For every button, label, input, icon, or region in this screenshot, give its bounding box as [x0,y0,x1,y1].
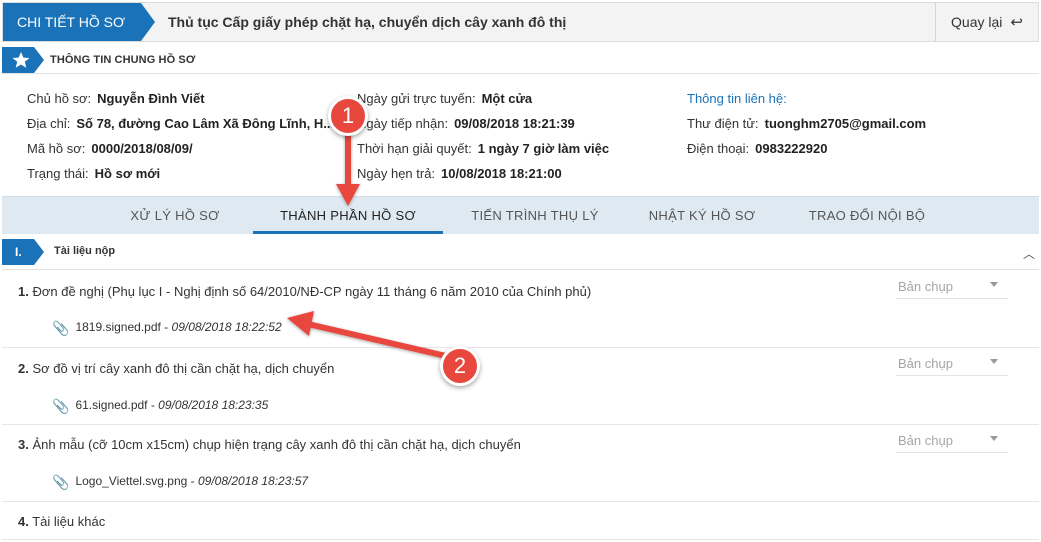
code-label: Mã hồ sơ: [27,141,86,156]
document-index: 2. [18,361,29,376]
paperclip-icon: 📎 [52,398,70,414]
attachment-link[interactable]: 📎 Logo_Viettel.svg.png - 09/08/2018 18:23… [52,474,308,491]
annotation-marker-2: 2 [440,346,480,386]
document-name: Sơ đồ vị trí cây xanh đô thị cần chặt hạ… [32,361,335,376]
phone-row: Điện thoại: 0983222920 [687,141,827,156]
document-index: 4. [18,514,29,529]
copy-type-select[interactable]: Bản chụp [896,431,1008,453]
paperclip-icon: 📎 [52,474,70,490]
procedure-title: Thủ tục Cấp giấy phép chặt hạ, chuyển dị… [168,14,567,30]
receive-date-value: 09/08/2018 18:21:39 [454,116,575,131]
attachment-filename: 1819.signed.pdf [75,320,161,334]
undo-arrow-icon: ↩ [1010,13,1023,31]
attachment-date: 09/08/2018 18:23:57 [197,474,309,488]
copy-type-value: Bản chụp [898,356,953,371]
document-title: 2. Sơ đồ vị trí cây xanh đô thị cần chặt… [18,361,334,376]
receive-date-row: Ngày tiếp nhận: 09/08/2018 18:21:39 [357,116,575,131]
email-row: Thư điện tử: tuonghm2705@gmail.com [687,116,926,131]
appointment-value: 10/08/2018 18:21:00 [441,166,562,181]
attachment-filename: Logo_Viettel.svg.png [75,474,188,488]
chevron-down-icon [990,436,998,441]
tab-process[interactable]: XỬ LÝ HỒ SƠ [110,197,240,234]
document-name: Đơn đề nghị (Phụ lục I - Nghị định số 64… [32,284,592,299]
attachment-link[interactable]: 📎 61.signed.pdf - 09/08/2018 18:23:35 [52,398,268,415]
section-title: Tài liệu nộp [54,245,116,257]
general-info-title: THÔNG TIN CHUNG HỒ SƠ [50,54,196,66]
chevron-down-icon [990,359,998,364]
chevron-down-icon [990,282,998,287]
appointment-row: Ngày hẹn trả: 10/08/2018 18:21:00 [357,166,562,181]
document-item: 2. Sơ đồ vị trí cây xanh đô thị cần chặt… [2,348,1039,425]
copy-type-value: Bản chụp [898,433,953,448]
tab-progress[interactable]: TIẾN TRÌNH THỤ LÝ [450,197,620,234]
owner-row: Chủ hồ sơ: Nguyễn Đình Viết [27,91,205,106]
owner-label: Chủ hồ sơ: [27,91,92,106]
submit-online-row: Ngày gửi trực tuyến: Một cửa [357,91,532,106]
tab-log[interactable]: NHẬT KÝ HỒ SƠ [632,197,772,234]
submit-online-value: Một cửa [481,91,533,106]
phone-value: 0983222920 [755,141,828,156]
attachment-date: 09/08/2018 18:22:52 [171,320,282,334]
code-row: Mã hồ sơ: 0000/2018/08/09/ [27,141,193,156]
general-info-heading: THÔNG TIN CHUNG HỒ SƠ [2,46,1039,74]
document-name: Ảnh mẫu (cỡ 10cm x15cm) chụp hiện trạng … [32,437,521,452]
deadline-row: Thời hạn giải quyết: 1 ngày 7 giờ làm việ… [357,141,609,156]
copy-type-select[interactable]: Bản chụp [896,354,1008,376]
phone-label: Điện thoại: [687,141,750,156]
email-label: Thư điện tử: [687,116,759,131]
document-name: Tài liệu khác [32,514,106,529]
submit-online-label: Ngày gửi trực tuyến: [357,91,476,106]
document-item: 4. Tài liệu khác [2,502,1039,540]
attachment-filename: 61.signed.pdf [75,398,148,412]
document-item: 1. Đơn đề nghị (Phụ lục I - Nghị định số… [2,271,1039,348]
document-index: 3. [18,437,29,452]
chevron-up-icon[interactable]: ︿ [1023,245,1035,262]
section-submitted-docs[interactable]: I. Tài liệu nộp ︿ [2,236,1039,270]
copy-type-select[interactable]: Bản chụp [896,277,1008,299]
copy-type-value: Bản chụp [898,279,953,294]
detail-tag-label: CHI TIẾT HỒ SƠ [17,14,125,30]
appointment-label: Ngày hẹn trả: [357,166,436,181]
back-button[interactable]: Quay lại ↩ [935,3,1038,41]
section-number: I. [15,245,22,259]
owner-value: Nguyễn Đình Viết [97,91,205,106]
contact-info-title: Thông tin liên hệ: [687,91,787,106]
section-number-badge [2,239,44,265]
deadline-label: Thời hạn giải quyết: [357,141,472,156]
detail-header: CHI TIẾT HỒ SƠ Thủ tục Cấp giấy phép chặ… [2,2,1039,42]
email-value: tuonghm2705@gmail.com [764,116,927,131]
deadline-value: 1 ngày 7 giờ làm việc [477,141,610,156]
attachment-link[interactable]: 📎 1819.signed.pdf - 09/08/2018 18:22:52 [52,320,282,337]
document-title: 3. Ảnh mẫu (cỡ 10cm x15cm) chụp hiện trạ… [18,437,521,452]
status-row: Trạng thái: Hồ sơ mới [27,166,160,181]
document-index: 1. [18,284,29,299]
receive-date-label: Ngày tiếp nhận: [357,116,449,131]
detail-tag: CHI TIẾT HỒ SƠ [3,3,155,41]
annotation-marker-1: 1 [328,96,368,136]
address-row: Địa chỉ: Số 78, đường Cao Lâm Xã Đông Lĩn… [27,116,334,131]
document-title: 4. Tài liệu khác [18,514,105,529]
address-label: Địa chỉ: [27,116,71,131]
star-icon [2,47,44,73]
code-value: 0000/2018/08/09/ [91,141,193,156]
document-item: 3. Ảnh mẫu (cỡ 10cm x15cm) chụp hiện trạ… [2,425,1039,502]
status-value: Hồ sơ mới [94,166,161,181]
attachment-date: 09/08/2018 18:23:35 [158,398,269,412]
back-button-label: Quay lại [951,14,1003,30]
tab-documents[interactable]: THÀNH PHẦN HỒ SƠ [253,197,443,234]
tab-bar: XỬ LÝ HỒ SƠ THÀNH PHẦN HỒ SƠ TIẾN TRÌNH … [2,196,1039,234]
status-label: Trạng thái: [27,166,89,181]
paperclip-icon: 📎 [52,320,70,336]
document-title: 1. Đơn đề nghị (Phụ lục I - Nghị định số… [18,284,591,299]
tab-internal-exchange[interactable]: TRAO ĐỔI NỘI BỘ [792,197,942,234]
address-value: Số 78, đường Cao Lâm Xã Đông Lĩnh, H... [76,116,335,131]
